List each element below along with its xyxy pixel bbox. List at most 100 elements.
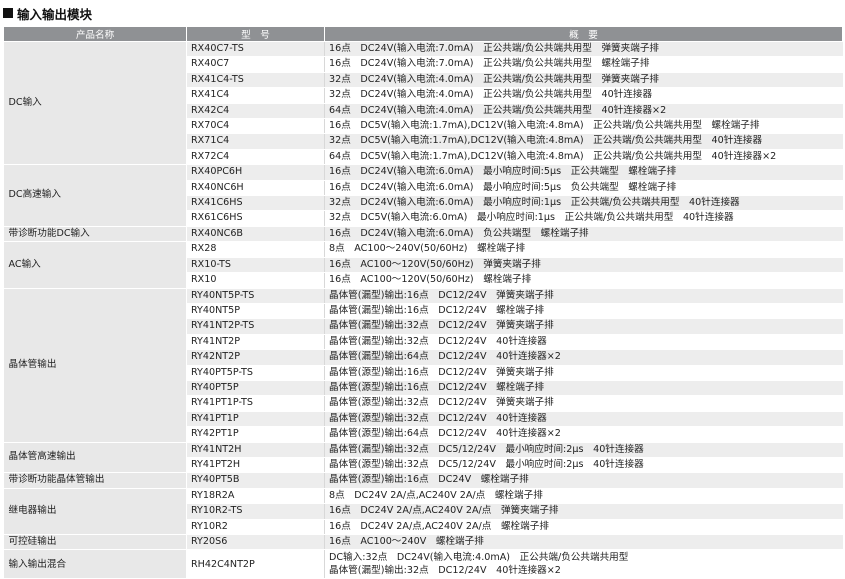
model-cell: RX42C4 (186, 103, 325, 120)
model-cell: RY10R2 (186, 519, 325, 536)
summary-line: 晶体管(源型)输出:32点 DC12/24V 弹簧夹端子排 (329, 397, 554, 409)
product-category: 输入输出混合 (3, 549, 187, 579)
product-category: 晶体管高速输出 (3, 442, 187, 474)
summary-line: 晶体管(漏型)输出:32点 DC12/24V 40针连接器×2 (329, 565, 561, 577)
table-body: DC输入 RX40C7-TS 16点 DC24V(输入电流:7.0mA) 正公共端/… (3, 41, 843, 579)
summary-line: 16点 DC24V(输入电流:6.0mA) 负公共端型 螺栓端子排 (329, 227, 589, 239)
table-row: DC高速输入 RX40PC6H 16点 DC24V(输入电流:6.0mA) 最小响应… (3, 164, 843, 227)
summary-line: 64点 DC5V(输入电流:1.7mA),DC12V(输入电流:4.8mA) 正… (329, 150, 777, 162)
summary-line: 32点 DC5V(输入电流:6.0mA) 最小响应时间:1μs 正公共端/负公共… (329, 212, 734, 224)
model-cell: RY41PT1P-TS (186, 395, 325, 412)
summary-line: 晶体管(漏型)输出:16点 DC12/24V 弹簧夹端子排 (329, 289, 554, 301)
summary-cell: 64点 DC5V(输入电流:1.7mA),DC12V(输入电流:4.8mA) 正… (324, 149, 843, 166)
summary-line: 8点 DC24V 2A/点,AC240V 2A/点 螺栓端子排 (329, 489, 543, 501)
model-cell: RY40NT5P (186, 303, 325, 320)
summary-cell: 16点 DC24V(输入电流:6.0mA) 最小响应时间:5μs 正公共端型 螺… (324, 164, 843, 181)
summary-line: 晶体管(源型)输出:32点 DC12/24V 40针连接器 (329, 412, 547, 424)
product-category: 可控硅输出 (3, 534, 187, 551)
model-cell: RX41C4-TS (186, 72, 325, 89)
product-category: DC高速输入 (3, 164, 187, 227)
model-cell: RY41NT2P (186, 334, 325, 351)
summary-line: 晶体管(源型)输出:16点 DC24V 螺栓端子排 (329, 474, 529, 486)
summary-line: 16点 AC100～120V(50/60Hz) 螺栓端子排 (329, 274, 532, 286)
table-row: 晶体管高速输出 RY41NT2H 晶体管(漏型)输出:32点 DC5/12/24V … (3, 442, 843, 474)
summary-line: 晶体管(源型)输出:32点 DC5/12/24V 最小响应时间:2μs 40针连… (329, 458, 644, 470)
model-cell: RY20S6 (186, 534, 325, 551)
model-cell: RX61C6HS (186, 210, 325, 227)
model-cell: RY41PT1P (186, 411, 325, 428)
summary-cell: 16点 AC100～120V(50/60Hz) 螺栓端子排 (324, 272, 843, 289)
summary-line: 64点 DC24V(输入电流:4.0mA) 正公共端/负公共端共用型 40针连接… (329, 104, 667, 116)
summary-cell: 32点 DC5V(输入电流:6.0mA) 最小响应时间:1μs 正公共端/负公共… (324, 210, 843, 227)
summary-line: 32点 DC24V(输入电流:6.0mA) 最小响应时间:1μs 正公共端/负公… (329, 197, 740, 209)
model-cell: RX40NC6H (186, 180, 325, 197)
table-row: AC输入 RX28 8点 AC100～240V(50/60Hz) 螺栓端子排 (3, 241, 843, 289)
section-title-text: 输入输出模块 (17, 6, 93, 22)
summary-line: 16点 AC100～240V 螺栓端子排 (329, 536, 484, 547)
model-cell: RX41C6HS (186, 195, 325, 212)
summary-cell: 晶体管(漏型)输出:32点 DC12/24V 弹簧夹端子排 (324, 318, 843, 335)
summary-cell: DC输入:32点 DC24V(输入电流:4.0mA) 正公共端/负公共端共用型晶… (324, 549, 843, 579)
summary-cell: 晶体管(源型)输出:32点 DC12/24V 40针连接器 (324, 411, 843, 428)
model-cell: RY10R2-TS (186, 503, 325, 520)
summary-cell: 16点 DC24V(输入电流:7.0mA) 正公共端/负公共端共用型 螺栓端子排 (324, 56, 843, 73)
model-cell: RX70C4 (186, 118, 325, 135)
summary-cell: 8点 AC100～240V(50/60Hz) 螺栓端子排 (324, 241, 843, 258)
summary-cell: 32点 DC24V(输入电流:4.0mA) 正公共端/负公共端共用型 弹簧夹端子… (324, 72, 843, 89)
model-cell: RX40NC6B (186, 226, 325, 243)
summary-line: 16点 DC5V(输入电流:1.7mA),DC12V(输入电流:4.8mA) 正… (329, 120, 760, 132)
summary-cell: 晶体管(漏型)输出:32点 DC12/24V 40针连接器 (324, 334, 843, 351)
model-cell: RY42PT1P (186, 426, 325, 443)
header-product-name: 产品名称 (3, 26, 187, 42)
product-category: DC输入 (3, 41, 187, 166)
summary-line: 32点 DC24V(输入电流:4.0mA) 正公共端/负公共端共用型 40针连接… (329, 89, 653, 101)
summary-line: 晶体管(漏型)输出:64点 DC12/24V 40针连接器×2 (329, 351, 561, 363)
summary-cell: 晶体管(漏型)输出:64点 DC12/24V 40针连接器×2 (324, 349, 843, 366)
header-model: 型 号 (186, 26, 325, 42)
table-row: 可控硅输出 RY20S6 16点 AC100～240V 螺栓端子排 (3, 534, 843, 551)
model-cell: RX41C4 (186, 87, 325, 104)
summary-line: 16点 AC100～120V(50/60Hz) 弹簧夹端子排 (329, 258, 541, 270)
summary-cell: 32点 DC5V(输入电流:1.7mA),DC12V(输入电流:4.8mA) 正… (324, 133, 843, 150)
model-cell: RY40NT5P-TS (186, 288, 325, 304)
table-header-row: 产品名称 型 号 概 要 (3, 26, 843, 42)
summary-line: 32点 DC5V(输入电流:1.7mA),DC12V(输入电流:4.8mA) 正… (329, 135, 763, 147)
summary-line: 晶体管(漏型)输出:32点 DC5/12/24V 最小响应时间:2μs 40针连… (329, 443, 644, 455)
summary-cell: 8点 DC24V 2A/点,AC240V 2A/点 螺栓端子排 (324, 488, 843, 505)
summary-cell: 32点 DC24V(输入电流:4.0mA) 正公共端/负公共端共用型 40针连接… (324, 87, 843, 104)
summary-cell: 32点 DC24V(输入电流:6.0mA) 最小响应时间:1μs 正公共端/负公… (324, 195, 843, 212)
summary-cell: 晶体管(源型)输出:16点 DC24V 螺栓端子排 (324, 472, 843, 489)
summary-cell: 16点 DC24V 2A/点,AC240V 2A/点 螺栓端子排 (324, 519, 843, 536)
model-cell: RH42C4NT2P (186, 549, 325, 579)
product-category: 带诊断功能DC输入 (3, 226, 187, 243)
model-cell: RY40PT5P-TS (186, 365, 325, 381)
summary-cell: 16点 DC24V(输入电流:6.0mA) 负公共端型 螺栓端子排 (324, 226, 843, 243)
summary-line: DC输入:32点 DC24V(输入电流:4.0mA) 正公共端/负公共端共用型 (329, 552, 629, 564)
summary-cell: 晶体管(漏型)输出:32点 DC5/12/24V 最小响应时间:2μs 40针连… (324, 442, 843, 458)
summary-line: 32点 DC24V(输入电流:4.0mA) 正公共端/负公共端共用型 弹簧夹端子… (329, 73, 660, 85)
table-row: 带诊断功能DC输入 RX40NC6B 16点 DC24V(输入电流:6.0mA) 负… (3, 226, 843, 243)
summary-line: 晶体管(源型)输出:64点 DC12/24V 40针连接器×2 (329, 428, 561, 440)
product-category: 继电器输出 (3, 488, 187, 536)
summary-line: 8点 AC100～240V(50/60Hz) 螺栓端子排 (329, 243, 526, 255)
table-row: DC输入 RX40C7-TS 16点 DC24V(输入电流:7.0mA) 正公共端/… (3, 41, 843, 166)
table-row: 晶体管输出 RY40NT5P-TS 晶体管(漏型)输出:16点 DC12/24V 弹… (3, 288, 843, 443)
table-row: 继电器输出 RY18R2A 8点 DC24V 2A/点,AC240V 2A/点 螺栓… (3, 488, 843, 536)
model-cell: RX40C7 (186, 56, 325, 73)
io-module-table: 产品名称 型 号 概 要 DC输入 RX40C7-TS 16点 DC24V(输入电流… (3, 26, 843, 579)
model-cell: RY42NT2P (186, 349, 325, 366)
summary-line: 晶体管(源型)输出:16点 DC12/24V 弹簧夹端子排 (329, 366, 554, 378)
summary-cell: 16点 DC24V 2A/点,AC240V 2A/点 弹簧夹端子排 (324, 503, 843, 520)
summary-cell: 晶体管(漏型)输出:16点 DC12/24V 螺栓端子排 (324, 303, 843, 320)
summary-line: 晶体管(漏型)输出:32点 DC12/24V 弹簧夹端子排 (329, 320, 554, 332)
model-cell: RX40PC6H (186, 164, 325, 181)
summary-cell: 晶体管(漏型)输出:16点 DC12/24V 弹簧夹端子排 (324, 288, 843, 304)
model-cell: RX71C4 (186, 133, 325, 150)
summary-line: 晶体管(漏型)输出:16点 DC12/24V 螺栓端子排 (329, 304, 545, 316)
summary-cell: 晶体管(源型)输出:32点 DC12/24V 弹簧夹端子排 (324, 395, 843, 412)
model-cell: RX72C4 (186, 149, 325, 166)
summary-line: 16点 DC24V(输入电流:7.0mA) 正公共端/负公共端共用型 螺栓端子排 (329, 58, 650, 70)
table-row: 输入输出混合 RH42C4NT2P DC输入:32点 DC24V(输入电流:4.0m… (3, 549, 843, 579)
summary-line: 16点 DC24V(输入电流:7.0mA) 正公共端/负公共端共用型 弹簧夹端子… (329, 43, 660, 54)
model-cell: RX10 (186, 272, 325, 289)
